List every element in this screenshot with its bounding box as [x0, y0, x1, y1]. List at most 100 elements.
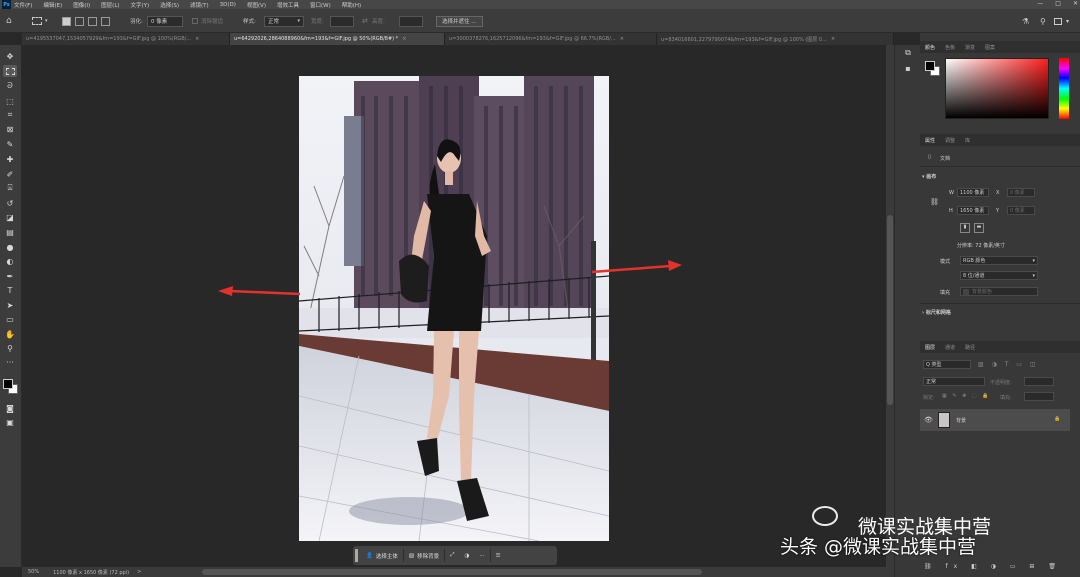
visibility-eye-icon[interactable]: 👁: [924, 416, 933, 424]
tab-properties[interactable]: 属性: [920, 137, 940, 144]
settings-icon[interactable]: ☰: [491, 548, 506, 563]
frame-tool-icon[interactable]: ⊠: [3, 123, 17, 135]
close-button[interactable]: ✕: [1073, 0, 1078, 7]
tab-paths[interactable]: 路径: [960, 344, 980, 351]
antialias-checkbox[interactable]: 消除锯齿: [192, 9, 223, 33]
layer-filter-kind[interactable]: Q 类型: [923, 360, 971, 369]
tab-color[interactable]: 颜色: [920, 44, 940, 51]
menu-window[interactable]: 窗口(W): [310, 1, 331, 9]
menu-3d[interactable]: 3D(D): [220, 2, 236, 8]
history-brush-tool-icon[interactable]: ↺: [3, 197, 17, 209]
screen-mode-icon[interactable]: ▣: [3, 416, 17, 428]
eraser-tool-icon[interactable]: ◪: [3, 211, 17, 223]
maximize-button[interactable]: □: [1055, 0, 1061, 7]
menu-help[interactable]: 帮助(H): [342, 1, 361, 9]
layer-name[interactable]: 背景: [956, 417, 966, 424]
more-options-button[interactable]: ···: [474, 548, 489, 563]
rectangle-tool-icon[interactable]: ▭: [3, 313, 17, 325]
width-input[interactable]: [330, 15, 354, 27]
lock-icons[interactable]: ▦ ✎ ✥ ⬚ 🔒: [942, 393, 990, 399]
transform-icon[interactable]: ⤢: [445, 548, 459, 563]
menu-filter[interactable]: 滤镜(T): [190, 1, 209, 9]
history-icon[interactable]: ⧉: [901, 47, 915, 59]
tab-document-4[interactable]: u=834016601,2279790074&fm=193&f=GIF.jpg …: [657, 33, 894, 45]
home-icon[interactable]: ⌂: [6, 9, 12, 33]
hue-slider[interactable]: [1059, 58, 1069, 119]
minimize-button[interactable]: —: [1037, 0, 1043, 7]
layer-row-background[interactable]: 👁 背景 🔒: [920, 409, 1070, 431]
workspace-icon[interactable]: [1054, 17, 1062, 25]
comment-icon[interactable]: ▪: [901, 62, 915, 74]
object-selection-tool-icon[interactable]: ⬚: [3, 95, 17, 107]
menu-image[interactable]: 图像(I): [73, 1, 90, 9]
canvas-width-field[interactable]: 1100 像素: [957, 188, 989, 197]
menu-edit[interactable]: 编辑(E): [43, 1, 62, 9]
tab-document-3[interactable]: u=3000378276,1625712096&fm=193&f=GIF.jpg…: [445, 33, 657, 45]
canvas-x-field[interactable]: 0 像素: [1007, 188, 1035, 197]
marquee-preset-picker[interactable]: ▾: [32, 9, 48, 33]
feather-input[interactable]: 0 像素: [147, 15, 183, 27]
style-select[interactable]: 正常 ▾: [264, 15, 304, 27]
layer-filter-icons[interactable]: ▧ ◑ T ▭ ◫: [978, 361, 1039, 368]
menu-layer[interactable]: 图层(L): [101, 1, 119, 9]
menu-view[interactable]: 视图(V): [247, 1, 266, 9]
blend-mode-select[interactable]: 正常: [923, 377, 985, 386]
rulers-grid-section-header[interactable]: › 标尺和网格: [922, 309, 951, 316]
healing-brush-tool-icon[interactable]: ✚: [3, 153, 17, 165]
remove-background-button[interactable]: ▧ 移除背景: [404, 548, 444, 563]
portrait-orientation-icon[interactable]: ▮: [960, 223, 970, 233]
status-menu-arrow[interactable]: >: [137, 569, 141, 575]
foreground-color-swatch[interactable]: [3, 379, 13, 389]
intersect-selection-icon[interactable]: [101, 16, 110, 26]
zoom-level[interactable]: 50%: [28, 569, 39, 575]
vertical-scrollbar[interactable]: [886, 45, 894, 567]
panel-foreground-swatch[interactable]: [925, 61, 935, 71]
layer-panel-footer-icons[interactable]: ⛓ fx ◧ ◑ ▭ ⊞ 🗑: [924, 563, 1062, 570]
crop-tool-icon[interactable]: ⌗: [3, 109, 17, 121]
tab-patterns[interactable]: 图案: [980, 44, 1000, 51]
fill-field[interactable]: [1024, 392, 1054, 401]
landscape-orientation-icon[interactable]: ▬: [974, 223, 984, 233]
more-tools-icon[interactable]: ···: [3, 356, 17, 368]
brush-tool-icon[interactable]: ✐: [3, 168, 17, 180]
rectangular-marquee-tool-icon[interactable]: [3, 65, 17, 77]
tab-document-1[interactable]: u=4195537047,1534057929&fm=193&f=GIF.jpg…: [22, 33, 230, 45]
subtract-selection-icon[interactable]: [88, 16, 97, 26]
tab-gradients[interactable]: 渐变: [960, 44, 980, 51]
dodge-tool-icon[interactable]: ◐: [3, 255, 17, 267]
menu-file[interactable]: 文件(F): [14, 1, 32, 9]
hand-tool-icon[interactable]: ✋: [3, 328, 17, 340]
type-tool-icon[interactable]: T: [3, 284, 17, 296]
add-selection-icon[interactable]: [75, 16, 84, 26]
menu-type[interactable]: 文字(Y): [131, 1, 150, 9]
clone-stamp-tool-icon[interactable]: ⍓: [3, 182, 17, 194]
close-icon[interactable]: ×: [831, 36, 835, 42]
canvas-y-field[interactable]: 0 像素: [1007, 206, 1035, 215]
move-tool-icon[interactable]: ✥: [3, 50, 17, 62]
tab-swatches[interactable]: 色板: [940, 44, 960, 51]
zoom-tool-icon[interactable]: ⚲: [3, 342, 17, 354]
tab-document-2[interactable]: u=64292026,2864088960&fm=193&f=GIF.jpg @…: [230, 33, 445, 45]
canvas-section-header[interactable]: ▾ 画布: [922, 173, 936, 180]
close-icon[interactable]: ×: [195, 36, 199, 42]
layer-lock-icon[interactable]: 🔒: [1054, 416, 1060, 422]
tab-layers[interactable]: 图层: [920, 344, 940, 351]
drag-handle[interactable]: [355, 549, 358, 562]
eyedropper-tool-icon[interactable]: ✎: [3, 138, 17, 150]
path-selection-tool-icon[interactable]: ➤: [3, 299, 17, 311]
tab-adjustments[interactable]: 调整: [940, 137, 960, 144]
search-icon[interactable]: ⚲: [1040, 9, 1046, 33]
select-and-mask-button[interactable]: 选择并遮住 ...: [436, 15, 483, 27]
link-icon[interactable]: ⛓: [930, 198, 939, 206]
blur-tool-icon[interactable]: ●: [3, 241, 17, 253]
pen-tool-icon[interactable]: ✒: [3, 270, 17, 282]
menu-plugins[interactable]: 增效工具: [277, 1, 299, 9]
height-input[interactable]: [399, 15, 423, 27]
new-selection-icon[interactable]: [62, 16, 71, 26]
share-icon[interactable]: ▾: [1066, 9, 1069, 33]
adjustment-icon[interactable]: ◑: [460, 548, 475, 563]
lasso-tool-icon[interactable]: ᘐ: [3, 80, 17, 92]
quick-mask-icon[interactable]: ◙: [3, 402, 17, 414]
horizontal-scrollbar[interactable]: [202, 569, 702, 575]
tab-channels[interactable]: 通道: [940, 344, 960, 351]
